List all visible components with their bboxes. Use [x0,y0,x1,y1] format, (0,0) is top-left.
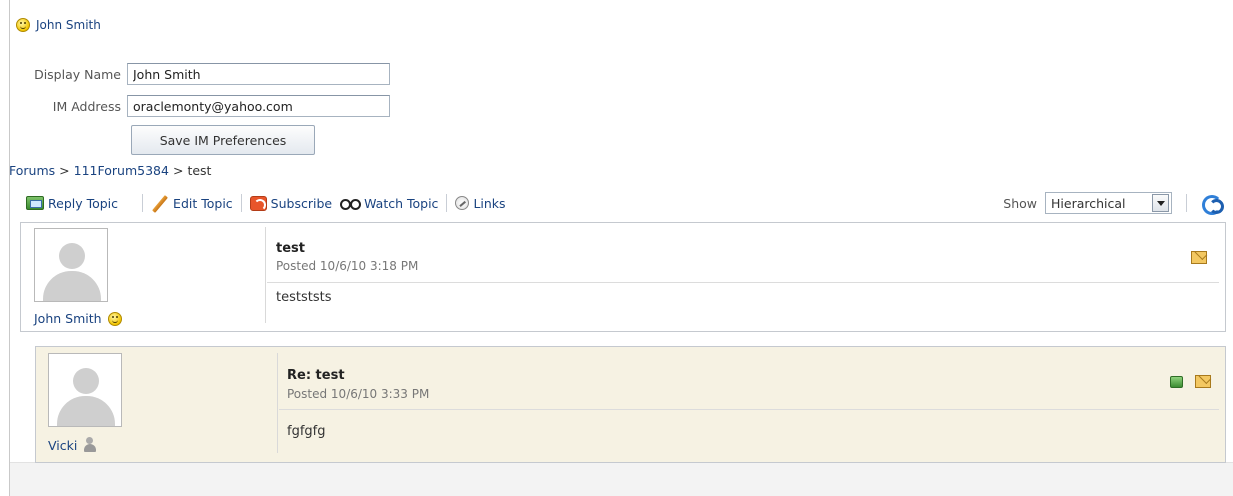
post-timestamp: Posted 10/6/10 3:33 PM [287,387,430,401]
avatar-head [59,243,85,269]
post-author: John Smith [34,311,122,326]
glasses-icon [340,197,362,210]
user-name-link[interactable]: John Smith [36,18,101,32]
display-name-input[interactable] [127,63,390,85]
breadcrumb: Forums > 111Forum5384 > test [9,163,211,179]
reply-topic-label: Reply Topic [48,195,119,211]
post-body: fgfgfg [287,424,326,439]
reply-mail-icon[interactable] [1195,375,1211,388]
post-timestamp: Posted 10/6/10 3:18 PM [276,259,419,273]
footer-band [10,462,1233,496]
topic-toolbar: Reply Topic Edit Topic Subscribe Watch T… [26,190,1224,216]
watch-topic-label: Watch Topic [364,195,439,211]
avatar-body [57,396,115,426]
im-address-label: IM Address [52,98,121,114]
toolbar-divider [142,194,144,212]
show-label: Show [1003,195,1037,211]
reply-topic-button[interactable]: Reply Topic [26,196,118,211]
post-actions [1170,375,1211,388]
im-address-row: IM Address [9,95,390,117]
post-divider [265,227,266,323]
post-author: Vicki [48,437,97,453]
subscribe-button[interactable]: Subscribe [249,195,333,211]
online-smiley-icon [107,311,122,326]
watch-topic-button[interactable]: Watch Topic [340,196,438,211]
toolbar-divider [446,194,448,212]
avatar [48,353,122,427]
reply-mail-icon[interactable] [1191,251,1207,264]
breadcrumb-topic: test [187,163,212,178]
im-address-input[interactable] [127,95,390,117]
post-header-divider [279,409,1219,410]
display-name-row: Display Name [9,63,390,85]
reply-icon [26,196,44,210]
rss-icon [249,195,267,211]
online-smiley-icon [16,18,30,32]
breadcrumb-forum[interactable]: 111Forum5384 [74,163,169,179]
post-item: John Smith test Posted 10/6/10 3:18 PM t… [20,222,1226,332]
edit-topic-button[interactable]: Edit Topic [151,194,233,212]
post-actions [1191,251,1207,264]
pencil-icon [151,194,169,212]
chevron-down-icon[interactable] [1152,194,1169,212]
avatar-head [73,368,99,394]
show-mode-select[interactable]: Hierarchical [1045,192,1172,214]
links-label: Links [473,195,506,211]
save-im-preferences-button[interactable]: Save IM Preferences [131,125,315,155]
avatar [34,228,108,302]
toolbar-divider [1186,194,1187,212]
post-header-divider [267,282,1219,283]
breadcrumb-forums[interactable]: Forums [9,163,55,179]
subscribe-label: Subscribe [270,195,333,211]
breadcrumb-separator: > [172,163,184,178]
display-name-label: Display Name [34,66,121,82]
post-title: test [276,241,305,256]
user-header: John Smith [16,16,101,34]
toolbar-divider [240,194,242,212]
show-control: Show Hierarchical [1003,192,1224,215]
avatar-body [43,271,101,301]
post-author-link[interactable]: Vicki [48,438,77,453]
breadcrumb-separator: > [59,163,70,178]
edit-topic-label: Edit Topic [173,195,233,211]
post-author-link[interactable]: John Smith [34,311,102,326]
show-mode-value: Hierarchical [1051,195,1126,211]
refresh-icon[interactable] [1201,194,1224,215]
post-title: Re: test [287,368,345,383]
offline-user-icon [83,437,97,453]
reply-post-icon[interactable] [1170,375,1183,388]
post-divider [277,353,278,453]
links-icon [455,196,470,210]
links-button[interactable]: Links [455,195,506,211]
post-body: testststs [276,290,332,305]
post-item: Vicki Re: test Posted 10/6/10 3:33 PM fg… [35,346,1226,463]
